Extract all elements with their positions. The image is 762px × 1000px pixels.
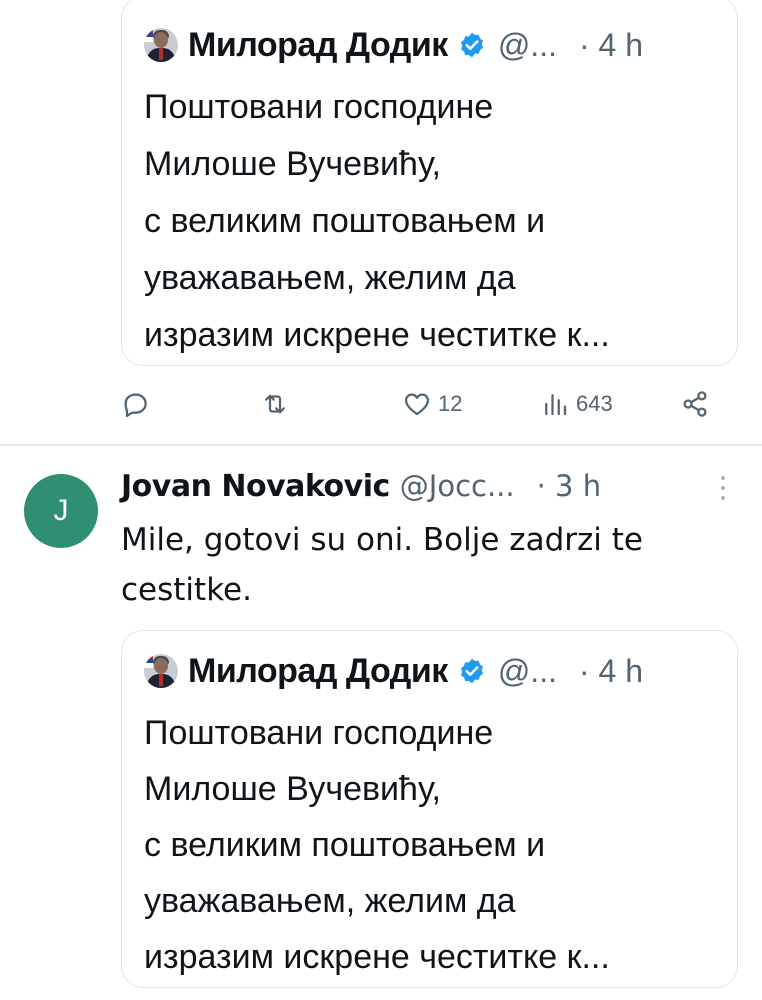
- text-line: с великим поштовањем и: [144, 202, 546, 240]
- text-line: с великим поштовањем и: [144, 826, 546, 864]
- author-name[interactable]: Милорад Додик: [188, 652, 448, 691]
- reply-button[interactable]: [120, 382, 150, 426]
- timestamp[interactable]: · 4 h: [579, 653, 643, 690]
- text-line: уважавањем, желим да: [144, 882, 516, 920]
- quoted-tweet-text: Поштовани господине Милоше Вучевићу, с в…: [144, 705, 724, 985]
- views-icon: [545, 394, 567, 416]
- timestamp[interactable]: · 4 h: [579, 27, 643, 64]
- like-button[interactable]: 12: [402, 382, 462, 426]
- views-button[interactable]: 643: [540, 382, 613, 426]
- share-icon: [683, 391, 707, 417]
- reply-icon: [124, 393, 147, 418]
- quoted-tweet-header: Милорад Додик @... · 4 h: [144, 649, 643, 693]
- text-line: Mile, gotovi su oni. Bolje zadrzi te: [121, 522, 643, 558]
- text-line: Милоше Вучевићу,: [144, 770, 442, 808]
- quoted-tweet-card[interactable]: Милорад Додик @... · 4 h Поштовани госпо…: [121, 0, 738, 366]
- text-line: изразим искрене честитке к...: [144, 938, 610, 976]
- author-handle[interactable]: @...: [498, 653, 557, 690]
- author-name[interactable]: Милорад Додик: [188, 26, 448, 65]
- text-line: Поштовани господине: [144, 88, 494, 126]
- text-line: уважавањем, желим да: [144, 259, 516, 297]
- text-line: Поштовани господине: [144, 714, 494, 752]
- text-line: cestitke.: [121, 572, 252, 608]
- verified-badge-icon: [460, 32, 483, 58]
- share-button[interactable]: [680, 382, 710, 426]
- quoted-tweet-text: Поштовани господине Милоше Вучевићу, с в…: [144, 79, 724, 364]
- divider: [0, 444, 762, 446]
- like-count: 12: [438, 391, 463, 416]
- retweet-button[interactable]: [260, 382, 290, 426]
- author-handle[interactable]: @Jocc...: [400, 469, 515, 503]
- quoted-tweet-card[interactable]: Милорад Додик @... · 4 h Поштовани госпо…: [121, 630, 738, 988]
- views-count: 643: [576, 391, 613, 416]
- avatar-letter: J: [53, 494, 69, 527]
- author-name[interactable]: Jovan Novakovic: [121, 469, 390, 504]
- retweet-icon: [265, 394, 285, 414]
- tweet-action-bar: 12 643: [120, 382, 720, 426]
- avatar[interactable]: [144, 28, 178, 62]
- avatar[interactable]: J: [24, 474, 98, 548]
- heart-icon: [404, 393, 430, 416]
- verified-badge-icon: [460, 658, 483, 684]
- text-line: Милоше Вучевићу,: [144, 145, 442, 183]
- reply-tweet-text: Mile, gotovi su oni. Bolje zadrzi te ces…: [121, 515, 741, 615]
- timestamp[interactable]: · 3 h: [537, 469, 602, 503]
- reply-tweet-header: Jovan Novakovic @Jocc... · 3 h: [121, 464, 601, 508]
- more-options-icon[interactable]: [718, 474, 728, 502]
- quoted-tweet-header: Милорад Додик @... · 4 h: [144, 23, 643, 67]
- author-handle[interactable]: @...: [498, 27, 557, 64]
- avatar[interactable]: [144, 654, 178, 688]
- text-line: изразим искрене честитке к...: [144, 316, 610, 354]
